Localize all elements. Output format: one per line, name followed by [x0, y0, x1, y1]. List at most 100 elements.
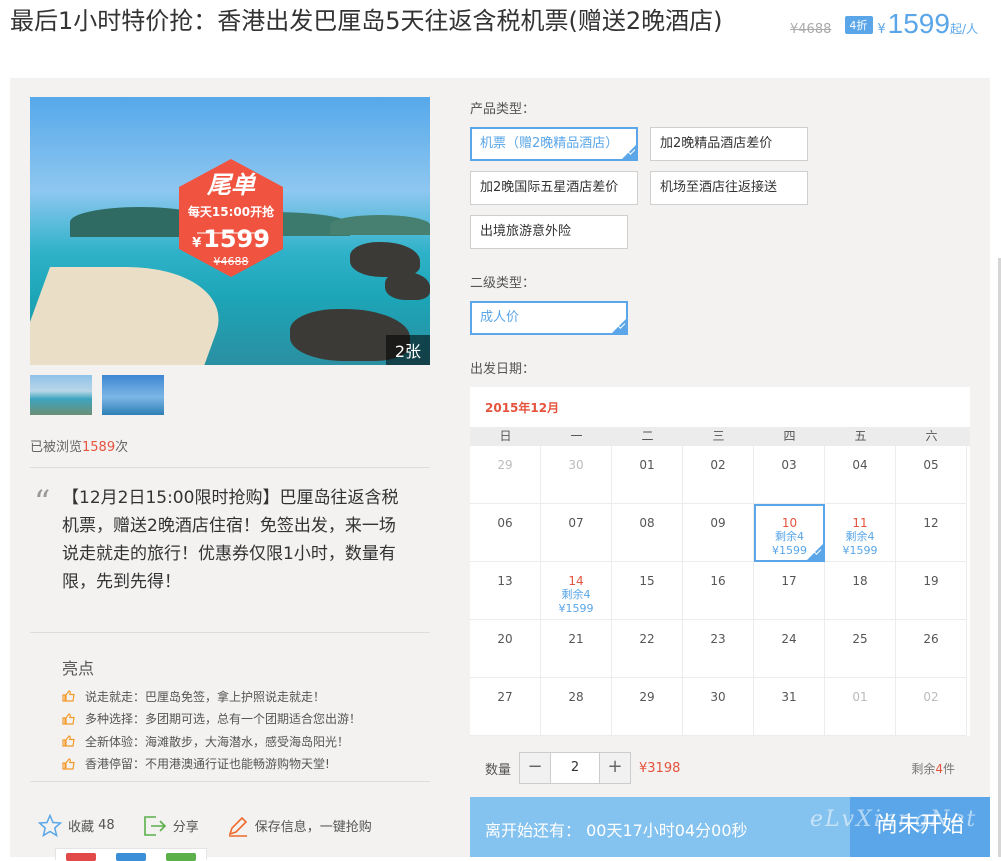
divider: [30, 781, 430, 782]
calendar-day[interactable]: 12: [896, 504, 967, 562]
share-button[interactable]: 分享: [143, 815, 199, 837]
favorite-button[interactable]: 收藏 48: [38, 814, 115, 837]
quantity-input[interactable]: 2: [550, 753, 601, 783]
calendar-day[interactable]: 09: [683, 504, 754, 562]
share-wechat-icon[interactable]: [166, 853, 196, 861]
option-adult-price[interactable]: 成人价: [470, 301, 628, 335]
calendar-day[interactable]: 14 剩余4 ¥1599: [541, 562, 612, 620]
thumbs-up-icon: [62, 690, 75, 702]
highlight-text: 全新体验：海滩散步，大海潜水，感受海岛阳光！: [85, 734, 350, 749]
share-weibo-icon[interactable]: [66, 853, 96, 861]
badge-price-value: 1599: [203, 225, 270, 253]
discount-badge: 4折: [845, 16, 874, 34]
calendar-day[interactable]: 28: [541, 678, 612, 736]
calendar-day[interactable]: 16: [683, 562, 754, 620]
calendar-day[interactable]: 18: [825, 562, 896, 620]
calendar-day[interactable]: 13: [470, 562, 541, 620]
calendar-day-price: ¥1599: [842, 544, 878, 557]
share-icon: [143, 815, 166, 836]
calendar-weekday: 一: [570, 429, 583, 443]
thumbnail-1[interactable]: [30, 375, 92, 415]
calendar-day[interactable]: 02: [896, 678, 967, 736]
highlight-text: 说走就走：巴厘岛免签，拿上护照说走就走！: [85, 689, 326, 704]
calendar-day[interactable]: 15: [612, 562, 683, 620]
quantity-plus-button[interactable]: +: [600, 753, 631, 783]
calendar-day-number: 02: [710, 458, 726, 472]
calendar-day[interactable]: 01: [825, 678, 896, 736]
highlight-text: 香港停留：不用港澳通行证也能畅游购物天堂!: [85, 757, 330, 772]
calendar-day[interactable]: 30: [683, 678, 754, 736]
calendar-day[interactable]: 10 剩余4 ¥1599: [754, 504, 825, 562]
calendar-day[interactable]: 21: [541, 620, 612, 678]
calendar-day[interactable]: 06: [470, 504, 541, 562]
highlights-list: 说走就走：巴厘岛免签，拿上护照说走就走！ 多种选择：多团期可选，总有一个团期适合…: [62, 685, 361, 775]
list-item: 说走就走：巴厘岛免签，拿上护照说走就走！: [62, 685, 361, 708]
calendar-day[interactable]: 30: [541, 446, 612, 504]
current-price: 1599: [887, 8, 950, 39]
calendar-day[interactable]: 23: [683, 620, 754, 678]
calendar-day-number: 27: [497, 690, 513, 704]
remaining-stock: 剩余4件: [911, 760, 955, 777]
option-flight-hotel[interactable]: 机票（赠2晚精品酒店）: [470, 127, 638, 161]
calendar-weekday-header: 日一二三四五六: [470, 427, 970, 446]
calendar-day-number: 31: [781, 690, 797, 704]
view-count-suffix: 次: [115, 440, 129, 455]
calendar-day[interactable]: 01: [612, 446, 683, 504]
calendar-day[interactable]: 17: [754, 562, 825, 620]
list-item: 多种选择：多团期可选，总有一个团期适合您出游！: [62, 708, 361, 731]
save-info-label: 保存信息，一键抢购: [254, 820, 372, 835]
option-travel-insurance[interactable]: 出境旅游意外险: [470, 215, 628, 249]
badge-original-price: ¥4688: [213, 255, 249, 268]
calendar-weekday: 五: [854, 429, 867, 443]
calendar-day-number: 23: [710, 632, 726, 646]
calendar-day[interactable]: 04: [825, 446, 896, 504]
calendar-day[interactable]: 07: [541, 504, 612, 562]
calendar-day[interactable]: 27: [470, 678, 541, 736]
favorite-count: 48: [98, 818, 115, 833]
promo-badge: 尾单 每天15:00开抢 ¥1599 ¥4688: [175, 159, 287, 277]
divider: [30, 467, 430, 468]
total-price: ¥3198: [639, 760, 681, 776]
departure-calendar: 2015年12月 日 一 二 三 四 五 六 29 30 01 02 03 04 05 06 07 08 09 1…: [470, 387, 970, 736]
calendar-day[interactable]: 29: [470, 446, 541, 504]
calendar-day[interactable]: 05: [896, 446, 967, 504]
share-qq-icon[interactable]: [116, 853, 146, 861]
main-product-image[interactable]: 尾单 每天15:00开抢 ¥1599 ¥4688 2张: [30, 97, 430, 365]
calendar-day-number: 25: [852, 632, 868, 646]
option-five-star-hotel[interactable]: 加2晚国际五星酒店差价: [470, 171, 638, 205]
highlight-text: 多种选择：多团期可选，总有一个团期适合您出游！: [85, 712, 362, 727]
calendar-day[interactable]: 24: [754, 620, 825, 678]
calendar-day[interactable]: 03: [754, 446, 825, 504]
thumbnail-2[interactable]: [102, 375, 164, 415]
calendar-weekday: 六: [925, 429, 938, 443]
calendar-day[interactable]: 19: [896, 562, 967, 620]
calendar-day-number: 15: [639, 574, 655, 588]
option-boutique-hotel[interactable]: 加2晚精品酒店差价: [650, 127, 808, 161]
calendar-day[interactable]: 22: [612, 620, 683, 678]
calendar-day-number: 17: [781, 574, 797, 588]
badge-time: 每天15:00开抢: [187, 205, 275, 219]
view-count-prefix: 已被浏览: [30, 440, 83, 455]
favorite-label: 收藏: [68, 820, 95, 835]
calendar-weekday: 三: [712, 429, 725, 443]
calendar-weekday: 二: [641, 429, 654, 443]
quantity-minus-button[interactable]: −: [520, 753, 551, 783]
option-label: 成人价: [480, 310, 520, 325]
calendar-day[interactable]: 11 剩余4 ¥1599: [825, 504, 896, 562]
calendar-day-number: 08: [639, 516, 655, 530]
badge-currency: ¥: [192, 236, 202, 251]
calendar-day-number: 09: [710, 516, 726, 530]
calendar-day[interactable]: 20: [470, 620, 541, 678]
calendar-day[interactable]: 29: [612, 678, 683, 736]
calendar-day[interactable]: 26: [896, 620, 967, 678]
calendar-day-number: 26: [923, 632, 939, 646]
calendar-day[interactable]: 25: [825, 620, 896, 678]
option-airport-transfer[interactable]: 机场至酒店往返接送: [650, 171, 808, 205]
calendar-day-number: 10: [781, 516, 798, 530]
quantity-stepper: − 2 +: [519, 752, 632, 784]
share-strip: [55, 848, 207, 861]
calendar-day[interactable]: 02: [683, 446, 754, 504]
save-info-button[interactable]: 保存信息，一键抢购: [227, 815, 372, 837]
calendar-day[interactable]: 08: [612, 504, 683, 562]
calendar-day[interactable]: 31: [754, 678, 825, 736]
